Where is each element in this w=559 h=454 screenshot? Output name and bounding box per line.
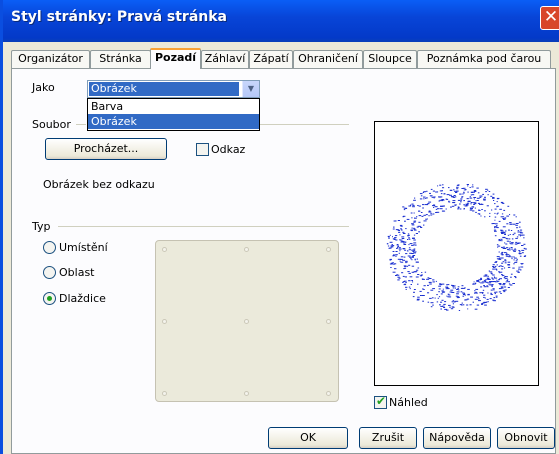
as-select-value: Obrázek bbox=[89, 82, 239, 96]
type-group-label: Typ bbox=[32, 220, 51, 233]
radio-placement-label[interactable]: Umístění bbox=[59, 241, 108, 254]
tab-background[interactable]: Pozadí bbox=[150, 48, 201, 69]
preview-checkbox-label[interactable]: Náhled bbox=[389, 396, 428, 409]
position-grid bbox=[155, 240, 339, 402]
ok-button[interactable]: OK bbox=[268, 427, 348, 449]
browse-button[interactable]: Procházet... bbox=[45, 138, 167, 160]
close-button[interactable]: ✕ bbox=[540, 6, 559, 30]
as-select[interactable]: Obrázek ▼ bbox=[87, 80, 260, 98]
radio-area-label[interactable]: Oblast bbox=[59, 266, 94, 279]
preview-checkbox[interactable]: ✔ bbox=[374, 394, 387, 409]
tab-organizer[interactable]: Organizátor bbox=[11, 50, 90, 68]
window-title: Styl stránky: Pravá stránka bbox=[11, 9, 227, 25]
file-group-label: Soubor bbox=[32, 118, 71, 131]
radio-tile-label[interactable]: Dlaždice bbox=[59, 292, 106, 305]
file-group-divider-right bbox=[260, 124, 349, 125]
radio-placement[interactable] bbox=[43, 241, 56, 254]
position-point[interactable] bbox=[162, 319, 167, 324]
preview-pane bbox=[374, 121, 539, 386]
radio-selected-dot bbox=[47, 296, 52, 301]
cancel-button[interactable]: Zrušit bbox=[359, 427, 417, 449]
position-point[interactable] bbox=[326, 391, 331, 396]
as-dropdown-list: Barva Obrázek bbox=[87, 98, 260, 131]
preview-image bbox=[386, 184, 527, 311]
position-point[interactable] bbox=[244, 247, 249, 252]
dialog-window: Styl stránky: Pravá stránka ✕ Organizáto… bbox=[0, 0, 559, 454]
ring-pattern bbox=[386, 184, 527, 311]
dropdown-option-color[interactable]: Barva bbox=[88, 99, 259, 114]
tab-footnote[interactable]: Poznámka pod čarou bbox=[417, 50, 551, 68]
type-group-divider bbox=[58, 226, 349, 227]
position-point[interactable] bbox=[326, 319, 331, 324]
position-point[interactable] bbox=[326, 247, 331, 252]
checkmark-icon: ✔ bbox=[376, 394, 387, 408]
tab-borders[interactable]: Ohraničení bbox=[293, 50, 363, 68]
close-icon: ✕ bbox=[543, 7, 559, 27]
position-point[interactable] bbox=[162, 391, 167, 396]
reset-button[interactable]: Obnovit bbox=[497, 427, 555, 449]
link-checkbox-label[interactable]: Odkaz bbox=[211, 143, 245, 156]
dropdown-option-image[interactable]: Obrázek bbox=[88, 114, 259, 129]
help-button[interactable]: Nápověda bbox=[423, 427, 491, 449]
position-point[interactable] bbox=[162, 247, 167, 252]
position-point[interactable] bbox=[244, 391, 249, 396]
position-point[interactable] bbox=[244, 319, 249, 324]
file-group-divider bbox=[76, 124, 86, 125]
tab-bar: Organizátor Stránka Pozadí Záhlaví Zápat… bbox=[11, 48, 551, 69]
chevron-down-icon[interactable]: ▼ bbox=[242, 81, 259, 97]
file-status-text: Obrázek bez odkazu bbox=[43, 178, 155, 191]
tab-footer[interactable]: Zápatí bbox=[249, 50, 293, 68]
radio-area[interactable] bbox=[43, 266, 56, 279]
title-bar[interactable]: Styl stránky: Pravá stránka ✕ bbox=[3, 0, 559, 42]
radio-tile[interactable] bbox=[43, 292, 56, 305]
link-checkbox[interactable] bbox=[196, 143, 209, 156]
tab-columns[interactable]: Sloupce bbox=[363, 50, 417, 68]
tab-header[interactable]: Záhlaví bbox=[201, 50, 249, 68]
as-label: Jako bbox=[32, 81, 55, 94]
tab-page[interactable]: Stránka bbox=[90, 50, 151, 68]
